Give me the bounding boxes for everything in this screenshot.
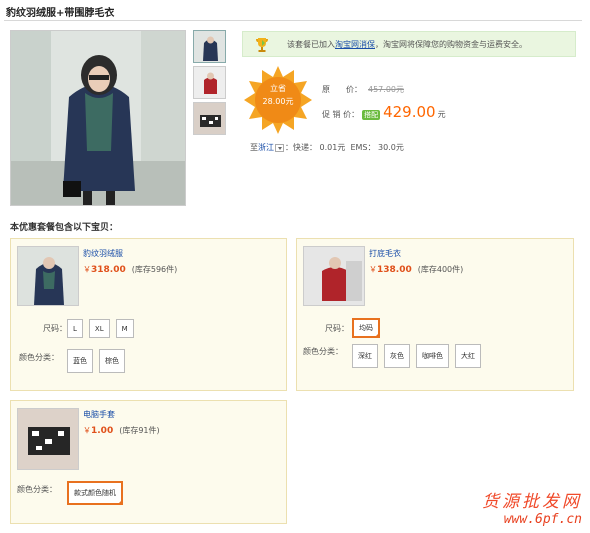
consumer-protection-notice: 该套餐已加入淘宝网消保，淘宝网将保障您的购物资金与运费安全。 xyxy=(242,31,576,57)
price-unit: 元 xyxy=(437,110,446,119)
item-name-link[interactable]: 电脑手套 xyxy=(83,409,115,420)
item-photo[interactable] xyxy=(303,246,365,306)
size-options: 均码 xyxy=(352,318,380,338)
color-label: 颜色分类： xyxy=(19,353,59,362)
jacket-photo-icon xyxy=(18,247,78,305)
size-option-selected[interactable]: 均码 xyxy=(352,318,380,338)
size-option[interactable]: M xyxy=(115,319,134,338)
color-label: 颜色分类： xyxy=(17,485,57,494)
package-item-card: 豹纹羽绒服 ￥318.00 (库存596件) 尺码： L XL M 颜色分类： 蓝… xyxy=(10,238,287,391)
main-product-image[interactable] xyxy=(10,30,186,206)
thumbnail-jacket[interactable] xyxy=(193,30,226,63)
original-price-label: 原 价： xyxy=(322,85,362,94)
region-selector[interactable]: 浙江 xyxy=(258,143,274,152)
color-label: 颜色分类： xyxy=(303,347,343,356)
item-name-link[interactable]: 豹纹羽绒服 xyxy=(83,248,123,259)
title-divider xyxy=(4,20,582,21)
original-price-value: 457.00元 xyxy=(368,85,404,94)
color-option[interactable]: 咖啡色 xyxy=(416,344,449,368)
color-options: 蓝色 棕色 xyxy=(67,349,125,373)
item-stock: (库存596件) xyxy=(131,265,178,274)
item-stock: (库存400件) xyxy=(417,265,464,274)
size-option[interactable]: XL xyxy=(88,319,110,338)
shipping-row: 至浙江 ：快递： 0.01元 EMS： 30.0元 xyxy=(250,143,404,152)
color-options: 深红 灰色 咖啡色 大红 xyxy=(352,344,481,368)
package-item-card: 电脑手套 ￥1.00 (库存91件) 颜色分类： 款式颜色随机 xyxy=(10,400,287,524)
gloves-photo-icon xyxy=(18,409,78,469)
size-option[interactable]: L xyxy=(67,319,83,338)
thumbnail-sweater[interactable] xyxy=(193,66,226,99)
color-option[interactable]: 蓝色 xyxy=(67,349,93,373)
page-title: 豹纹羽绒服+带围脖毛衣 xyxy=(6,8,115,19)
item-price: ￥1.00 (库存91件) xyxy=(83,426,160,436)
jacket-thumb-icon xyxy=(194,31,225,62)
item-stock: (库存91件) xyxy=(119,426,160,435)
savings-amount: 28.00元 xyxy=(262,97,294,106)
item-price: ￥318.00 (库存596件) xyxy=(83,265,178,275)
sweater-thumb-icon xyxy=(194,67,225,98)
sweater-photo-icon xyxy=(304,247,364,305)
notice-text: 该套餐已加入淘宝网消保，淘宝网将保障您的购物资金与运费安全。 xyxy=(287,40,527,49)
watermark-title: 货源批发网 xyxy=(482,492,582,512)
watermark-url: www.6pf.cn xyxy=(503,512,582,527)
color-option[interactable]: 棕色 xyxy=(99,349,125,373)
thumbnail-strip xyxy=(193,30,226,138)
promo-price-value: 429.00 xyxy=(383,103,436,121)
consumer-protection-link[interactable]: 淘宝网消保 xyxy=(335,40,375,49)
dropdown-arrow-icon[interactable] xyxy=(275,143,284,152)
item-photo[interactable] xyxy=(17,246,79,306)
item-price: ￥138.00 (库存400件) xyxy=(369,265,464,275)
color-option[interactable]: 灰色 xyxy=(384,344,410,368)
size-options: L XL M xyxy=(67,319,134,338)
size-label: 尺码： xyxy=(325,324,349,333)
bundle-tag: 搭配 xyxy=(362,110,381,120)
promo-price-row: 促 销 价： 搭配 429.00 元 xyxy=(322,103,446,121)
color-options: 款式颜色随机 xyxy=(67,481,123,505)
promo-price-label: 促 销 价： xyxy=(322,110,360,119)
package-section-title: 本优惠套餐包含以下宝贝： xyxy=(10,223,119,233)
item-photo[interactable] xyxy=(17,408,79,470)
trophy-icon xyxy=(256,38,268,52)
size-label: 尺码： xyxy=(43,324,67,333)
express-fee: ：快递： 0.01元 xyxy=(285,143,346,152)
color-option[interactable]: 大红 xyxy=(455,344,481,368)
item-name-link[interactable]: 打底毛衣 xyxy=(369,248,401,259)
color-option[interactable]: 深红 xyxy=(352,344,378,368)
color-option-selected[interactable]: 款式颜色随机 xyxy=(67,481,123,505)
savings-line1: 立省 xyxy=(270,84,286,93)
watermark: 货源批发网 www.6pf.cn xyxy=(482,487,582,527)
package-item-card: 打底毛衣 ￥138.00 (库存400件) 尺码： 均码 颜色分类： 深红 灰色 … xyxy=(296,238,574,391)
savings-text: 立省 28.00元 xyxy=(244,82,312,108)
original-price-row: 原 价： 457.00元 xyxy=(322,84,404,95)
gloves-thumb-icon xyxy=(194,103,225,134)
thumbnail-gloves[interactable] xyxy=(193,102,226,135)
ems-fee: EMS： 30.0元 xyxy=(350,143,404,152)
model-photo-illustration xyxy=(11,31,185,205)
